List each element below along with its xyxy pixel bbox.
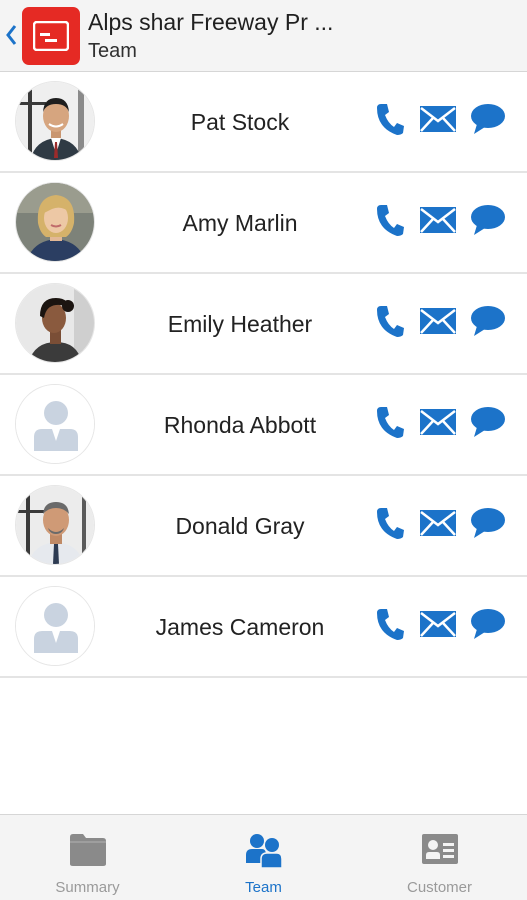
avatar (15, 81, 95, 161)
chat-icon (471, 508, 505, 538)
avatar (15, 485, 95, 565)
avatar (15, 384, 95, 464)
tab-summary[interactable]: Summary (0, 815, 175, 900)
person-photo (16, 284, 94, 362)
call-button[interactable] (370, 301, 410, 341)
chat-icon (471, 609, 505, 639)
app-icon (22, 7, 80, 65)
project-title: Alps shar Freeway Pr ... (88, 9, 334, 35)
call-button[interactable] (370, 200, 410, 240)
email-button[interactable] (418, 604, 458, 644)
phone-icon (377, 205, 404, 236)
mail-icon (420, 207, 456, 233)
message-button[interactable] (468, 99, 508, 139)
chat-icon (471, 205, 505, 235)
email-button[interactable] (418, 301, 458, 341)
tab-label: Team (245, 879, 282, 896)
email-button[interactable] (418, 503, 458, 543)
avatar (15, 182, 95, 262)
folder-icon (69, 834, 106, 866)
mail-icon (420, 106, 456, 132)
call-button[interactable] (370, 402, 410, 442)
person-photo (16, 486, 94, 564)
phone-icon (377, 306, 404, 337)
message-button[interactable] (468, 200, 508, 240)
person-placeholder-icon (16, 587, 94, 665)
message-button[interactable] (468, 402, 508, 442)
back-chevron-icon[interactable] (3, 22, 19, 48)
team-member-row[interactable]: Emily Heather (0, 274, 527, 375)
team-member-row[interactable]: Amy Marlin (0, 173, 527, 274)
member-name: Emily Heather (167, 311, 313, 337)
call-button[interactable] (370, 604, 410, 644)
email-button[interactable] (418, 99, 458, 139)
phone-icon (377, 609, 404, 640)
message-button[interactable] (468, 604, 508, 644)
call-button[interactable] (370, 503, 410, 543)
mail-icon (420, 510, 456, 536)
email-button[interactable] (418, 402, 458, 442)
avatar (15, 283, 95, 363)
page-subtitle: Team (88, 40, 137, 62)
header: Alps shar Freeway Pr ... Team (0, 0, 527, 72)
chat-icon (471, 104, 505, 134)
tab-label: Summary (55, 879, 120, 896)
message-button[interactable] (468, 301, 508, 341)
gantt-icon (33, 21, 69, 51)
tab-label: Customer (406, 879, 473, 896)
team-member-row[interactable]: Pat Stock (0, 72, 527, 173)
member-name: Donald Gray (175, 513, 305, 539)
person-placeholder-icon (16, 385, 94, 463)
member-name: Amy Marlin (182, 210, 298, 236)
team-member-row[interactable]: James Cameron (0, 577, 527, 678)
person-photo (16, 82, 94, 160)
phone-icon (377, 407, 404, 438)
avatar (15, 586, 95, 666)
bottom-tab-bar: Summary Team Customer (0, 814, 527, 900)
phone-icon (377, 104, 404, 135)
team-member-row[interactable]: Rhonda Abbott (0, 375, 527, 476)
member-name: Rhonda Abbott (163, 412, 317, 438)
member-name: James Cameron (155, 614, 325, 640)
mail-icon (420, 611, 456, 637)
team-list: Pat Stock Amy Marlin Emily Heather Rhond… (0, 72, 527, 678)
tab-customer[interactable]: Customer (352, 815, 527, 900)
chat-icon (471, 407, 505, 437)
team-icon (245, 834, 283, 869)
phone-icon (377, 508, 404, 539)
mail-icon (420, 409, 456, 435)
message-button[interactable] (468, 503, 508, 543)
member-name: Pat Stock (190, 109, 290, 135)
contact-card-icon (421, 834, 458, 864)
call-button[interactable] (370, 99, 410, 139)
email-button[interactable] (418, 200, 458, 240)
chat-icon (471, 306, 505, 336)
team-member-row[interactable]: Donald Gray (0, 476, 527, 577)
tab-team[interactable]: Team (176, 815, 351, 900)
person-photo (16, 183, 94, 261)
mail-icon (420, 308, 456, 334)
